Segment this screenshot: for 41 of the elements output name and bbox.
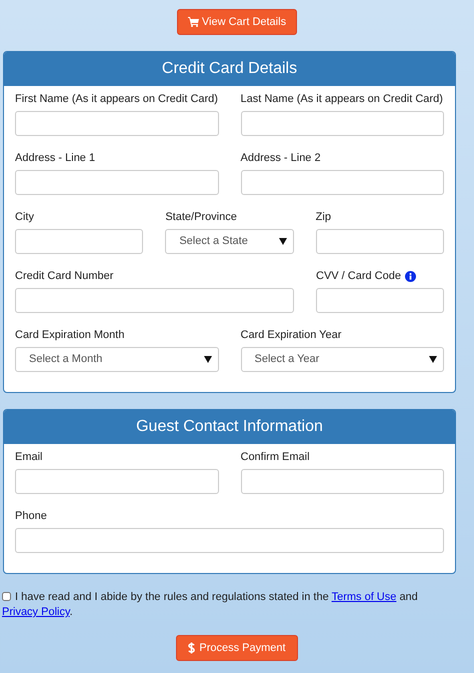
view-cart-button[interactable]: View Cart Details [176, 9, 298, 35]
agreement-checkbox[interactable] [2, 592, 11, 601]
text-field[interactable] [15, 229, 144, 254]
panel-title: Credit Card Details [162, 59, 298, 79]
field-label: Credit Card Number [15, 269, 114, 284]
dollar-icon [188, 642, 196, 654]
text-field[interactable] [240, 469, 444, 494]
field-label: Email [15, 450, 43, 465]
field-label: City [15, 210, 34, 225]
process-payment-button[interactable]: Process Payment [176, 635, 298, 661]
text-field[interactable] [15, 288, 294, 313]
field-label: Last Name (As it appears on Credit Card) [240, 92, 443, 107]
field-label: CVV / Card Code [316, 269, 401, 284]
agreement-text: I have read and I abide by the rules and regulations stated in the Terms of Use and Privacy Policy. [2, 590, 419, 620]
privacy-link[interactable]: Privacy Policy [2, 606, 70, 618]
cart-icon [188, 17, 199, 27]
select-field[interactable]: Select a State [165, 229, 294, 254]
text-field[interactable] [240, 111, 444, 136]
terms-link[interactable]: Terms of Use [332, 591, 396, 603]
field-label: Card Expiration Year [240, 328, 342, 343]
panel-title: Guest Contact Information [136, 417, 323, 437]
field-label: State/Province [165, 210, 237, 225]
select-field[interactable]: Select a Year [240, 347, 444, 372]
text-field[interactable] [316, 288, 444, 313]
text-field[interactable] [240, 170, 444, 195]
field-label: Zip [316, 210, 331, 225]
text-field[interactable] [15, 528, 444, 553]
dropdown-arrow-icon [429, 356, 437, 363]
field-label: Confirm Email [240, 450, 310, 465]
field-label: First Name (As it appears on Credit Card) [15, 92, 218, 107]
text-field[interactable] [15, 111, 218, 136]
field-label: Card Expiration Month [15, 328, 124, 343]
field-label: Address - Line 2 [240, 151, 321, 166]
text-field[interactable] [15, 469, 218, 494]
select-field[interactable]: Select a Month [15, 347, 218, 372]
dropdown-arrow-icon [278, 238, 287, 245]
dropdown-arrow-icon [204, 356, 212, 363]
field-label: Phone [15, 509, 47, 524]
text-field[interactable] [15, 170, 218, 195]
field-label: Address - Line 1 [15, 151, 96, 166]
text-field[interactable] [316, 229, 444, 254]
